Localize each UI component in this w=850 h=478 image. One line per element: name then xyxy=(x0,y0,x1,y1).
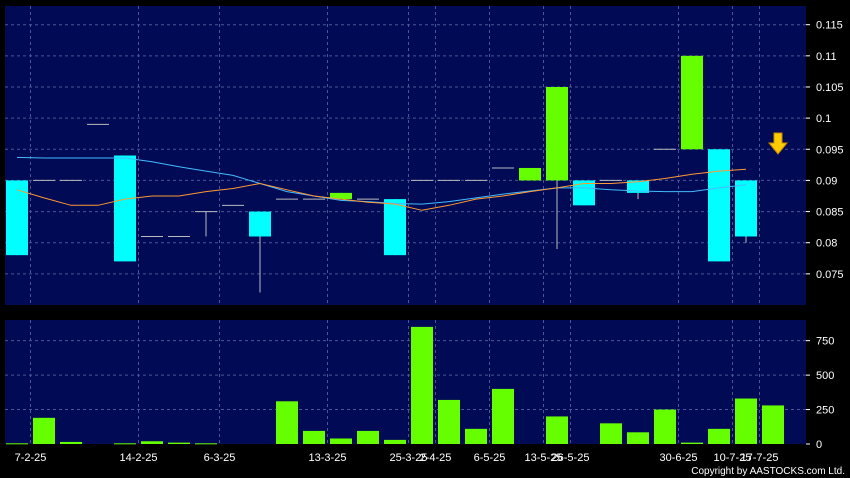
date-tick-label: 13-3-25 xyxy=(309,452,347,464)
volume-bar xyxy=(735,398,757,444)
volume-bar xyxy=(762,405,784,444)
volume-bar xyxy=(708,428,730,444)
volume-bar xyxy=(303,430,325,444)
date-tick-label: 7-2-25 xyxy=(15,452,47,464)
volume-bar xyxy=(384,439,406,444)
date-tick-label: 30-6-25 xyxy=(660,452,698,464)
price-tick-label: 0.09 xyxy=(816,175,837,187)
volume-tick-label: 0 xyxy=(816,439,822,451)
candle-down xyxy=(384,199,406,256)
candle-up xyxy=(546,86,568,181)
date-tick-label: 6-5-25 xyxy=(474,452,506,464)
volume-bar xyxy=(492,388,514,444)
volume-bar xyxy=(168,442,190,444)
date-tick-label: 2-4-25 xyxy=(420,452,452,464)
price-tick-label: 0.115 xyxy=(816,20,843,32)
volume-bar xyxy=(6,443,28,445)
volume-bar xyxy=(114,443,136,445)
volume-bar xyxy=(438,399,460,444)
price-tick-label: 0.11 xyxy=(816,51,837,63)
candle-down xyxy=(735,180,757,237)
candle-up xyxy=(519,167,541,181)
candle-down xyxy=(114,155,136,262)
price-tick-label: 0.105 xyxy=(816,82,844,94)
candle-down xyxy=(708,149,730,262)
volume-bar xyxy=(546,416,568,444)
volume-tick-label: 750 xyxy=(816,336,834,348)
volume-bar xyxy=(465,428,487,444)
volume-bar xyxy=(60,441,82,444)
volume-tick-label: 500 xyxy=(816,370,834,382)
volume-bar xyxy=(600,423,622,444)
volume-bar xyxy=(33,417,55,444)
volume-bar xyxy=(357,430,379,444)
volume-bar xyxy=(330,438,352,444)
volume-bar xyxy=(195,443,217,445)
volume-bar xyxy=(276,401,298,444)
date-tick-label: 17-7-25 xyxy=(741,452,779,464)
volume-tick-label: 250 xyxy=(816,405,834,417)
candle-up xyxy=(681,55,703,150)
date-axis-ticks: 7-2-25 14-2-25 6-3-25 13-3-25 25-3-252-4-25 6… xyxy=(15,452,779,464)
volume-bar xyxy=(141,441,163,444)
price-tick-label: 0.085 xyxy=(816,207,844,219)
date-tick-label: 14-2-25 xyxy=(120,452,158,464)
price-tick-label: 0.1 xyxy=(816,113,831,125)
date-tick-label: 26-5-25 xyxy=(552,452,590,464)
volume-bar xyxy=(411,326,433,444)
date-tick-label: 6-3-25 xyxy=(204,452,236,464)
volume-bar xyxy=(627,432,649,444)
candle-down xyxy=(249,211,271,237)
stock-chart: 0.075 0.08 0.085 0.09 0.095 0.1 0.105 0.11 0.115… xyxy=(0,0,850,478)
price-tick-label: 0.075 xyxy=(816,269,844,281)
price-tick-label: 0.095 xyxy=(816,144,844,156)
volume-bar xyxy=(681,442,703,444)
candle-down xyxy=(573,180,595,206)
volume-bar xyxy=(654,409,676,444)
volume-panel xyxy=(5,320,806,444)
copyright-text: Copyright by AASTOCKS.com Ltd. xyxy=(691,466,845,477)
price-tick-label: 0.08 xyxy=(816,238,837,250)
